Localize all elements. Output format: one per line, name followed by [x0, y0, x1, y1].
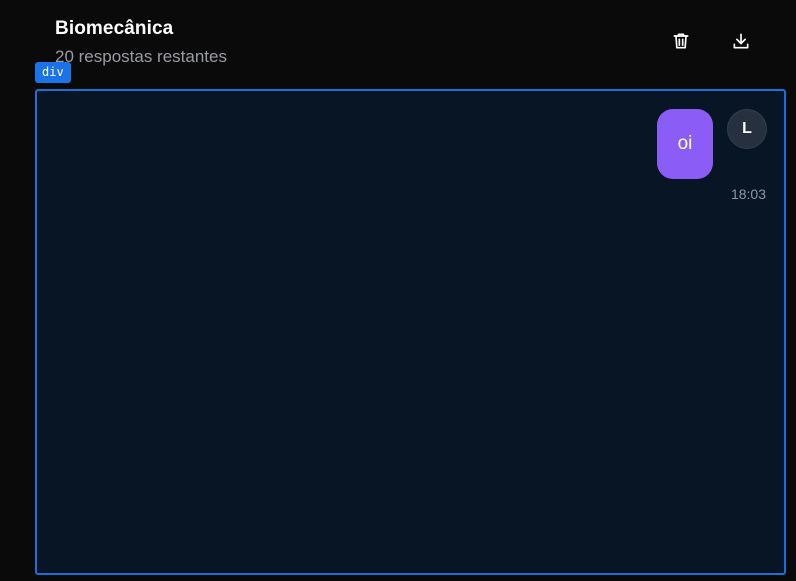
avatar: L	[727, 109, 767, 149]
download-chat-button[interactable]	[724, 24, 758, 58]
page: Biomecânica 20 respostas restantes div o…	[0, 0, 796, 581]
message-bubble: oi	[657, 109, 713, 179]
devtools-element-tag: div	[35, 62, 71, 83]
delete-chat-button[interactable]	[664, 24, 698, 58]
user-message: oi L	[657, 109, 767, 179]
download-icon	[733, 33, 749, 49]
chat-messages-area[interactable]: oi L 18:03	[35, 89, 786, 575]
trash-icon	[673, 33, 689, 49]
chat-title: Biomecânica	[55, 18, 174, 39]
message-timestamp: 18:03	[730, 186, 766, 202]
chat-header: Biomecânica 20 respostas restantes	[36, 0, 796, 88]
remaining-responses: 20 respostas restantes	[55, 47, 227, 66]
left-gutter	[0, 0, 36, 581]
